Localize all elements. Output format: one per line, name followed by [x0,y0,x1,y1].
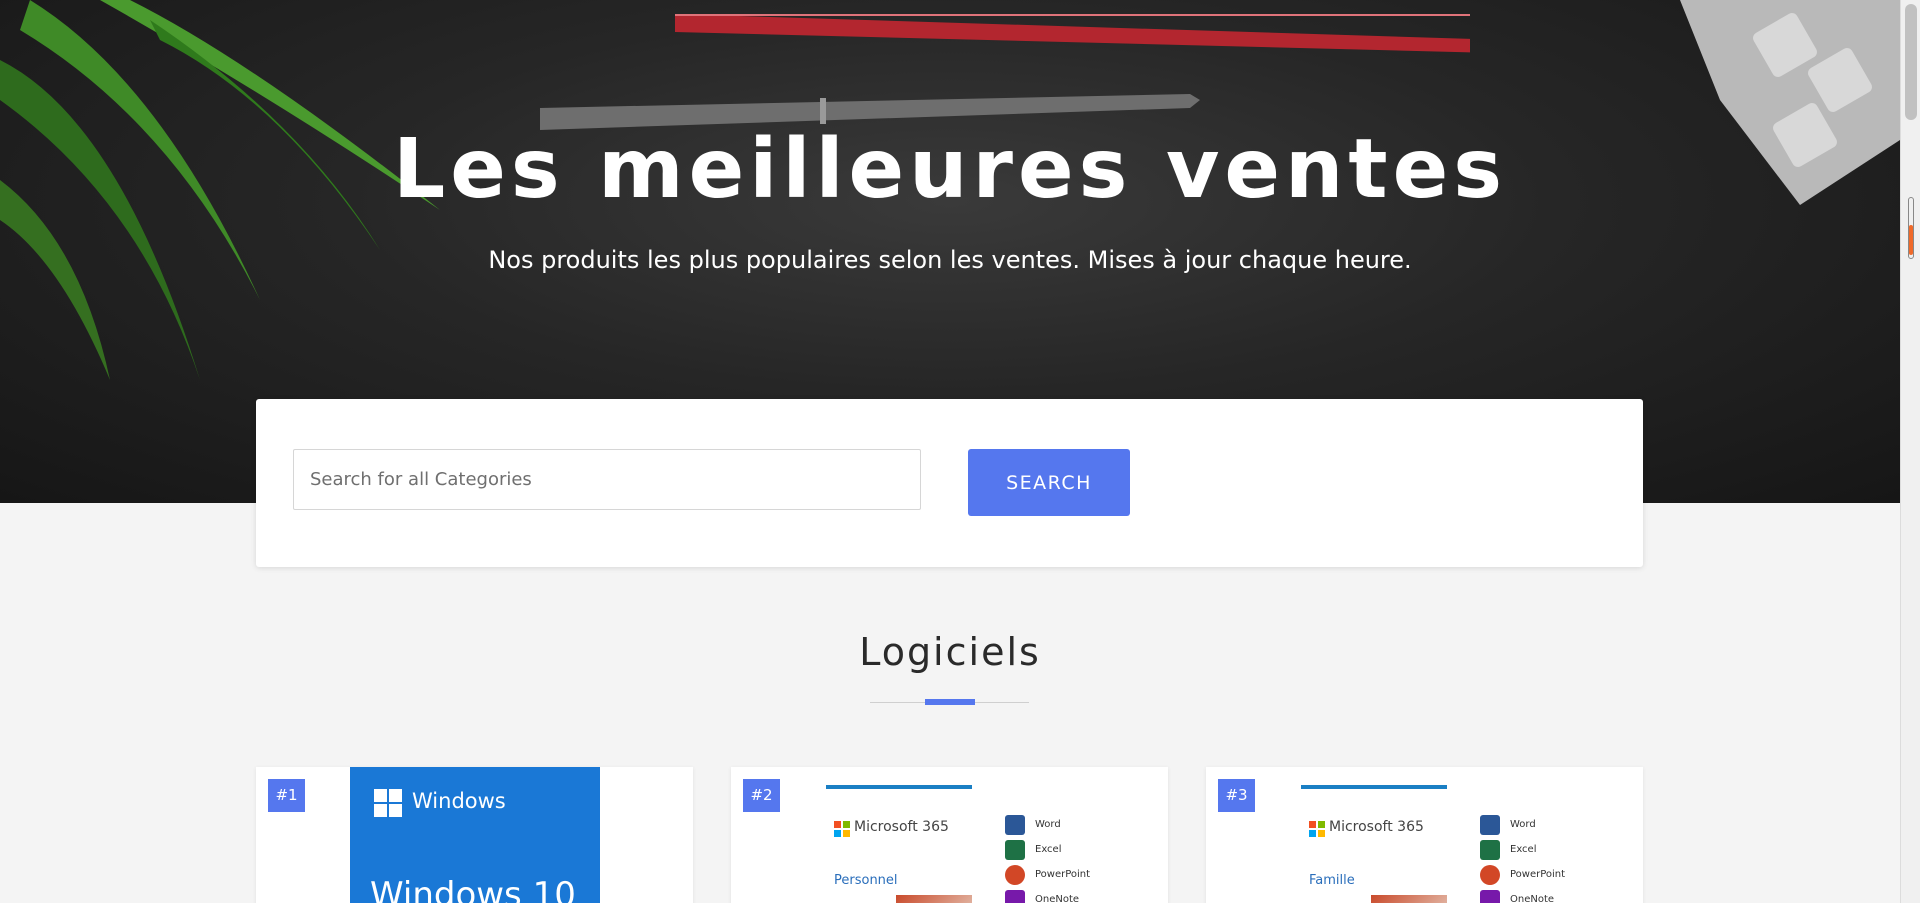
product-brand: Microsoft 365 [1329,819,1424,835]
microsoft-logo-icon [834,821,850,837]
rank-badge: #2 [743,779,780,812]
windows-logo-icon [374,789,402,817]
word-icon [1005,814,1025,835]
app-item: OneNote [1480,887,1565,903]
app-item: Excel [1480,837,1565,862]
section-title: Logiciels [859,630,1041,674]
product-image[interactable]: Microsoft 365 Personnel [826,785,972,903]
scrollbar-thumb[interactable] [1905,4,1917,120]
product-image[interactable]: Windows Windows 10 [350,767,600,903]
onenote-icon [1480,889,1500,903]
app-item: PowerPoint [1480,862,1565,887]
page-subtitle: Nos produits les plus populaires selon l… [488,246,1412,274]
page-scrollbar[interactable] [1900,0,1920,903]
app-item: Excel [1005,837,1090,862]
app-item: PowerPoint [1005,862,1090,887]
rank-badge: #1 [268,779,305,812]
app-item: Word [1480,812,1565,837]
powerpoint-icon [1005,864,1025,885]
app-list: Word Excel PowerPoint OneNote [1005,812,1090,903]
app-item: OneNote [1005,887,1090,903]
scroll-marker-fill [1909,225,1913,255]
product-edition: Personnel [834,873,898,888]
product-photo [1371,895,1447,903]
page-title: Les meilleures ventes [392,122,1508,217]
product-name: Windows 10 [370,875,576,903]
product-image[interactable]: Microsoft 365 Famille [1301,785,1447,903]
search-button[interactable]: SEARCH [968,449,1130,516]
powerpoint-icon [1480,864,1500,885]
product-brand: Microsoft 365 [854,819,949,835]
pencil-decoration [675,14,1470,53]
excel-icon [1005,839,1025,860]
rank-badge: #3 [1218,779,1255,812]
app-list: Word Excel PowerPoint OneNote [1480,812,1565,903]
product-card[interactable]: Microsoft 365 Famille Word Excel PowerPo… [1206,767,1643,903]
search-panel: SEARCH [256,399,1643,567]
product-card[interactable]: Microsoft 365 Personnel Word Excel Power… [731,767,1168,903]
section-divider-accent [925,699,975,705]
word-icon [1480,814,1500,835]
search-input[interactable] [293,449,921,510]
product-photo [896,895,972,903]
onenote-icon [1005,889,1025,903]
product-brand: Windows [412,789,506,813]
product-card[interactable]: Windows Windows 10 #1 [256,767,693,903]
excel-icon [1480,839,1500,860]
product-edition: Famille [1309,873,1355,888]
microsoft-logo-icon [1309,821,1325,837]
app-item: Word [1005,812,1090,837]
